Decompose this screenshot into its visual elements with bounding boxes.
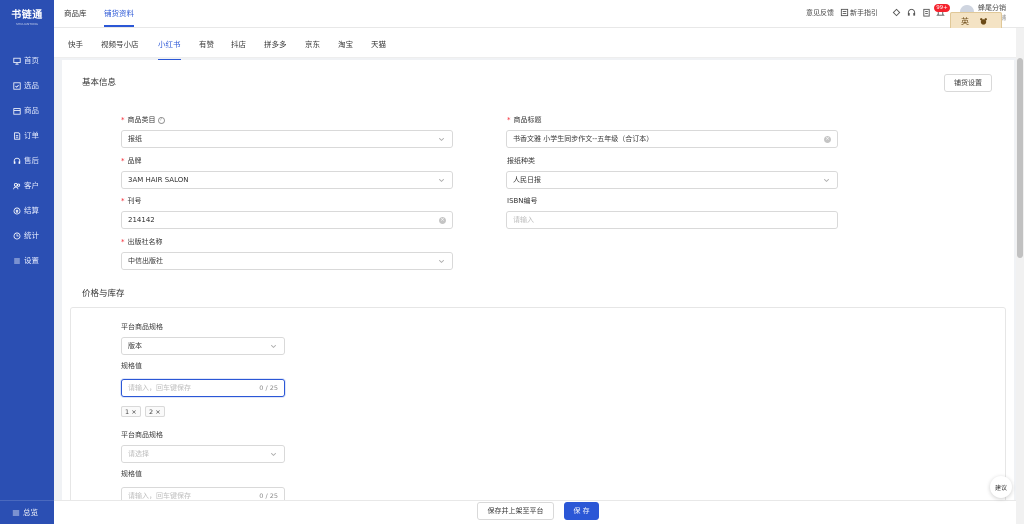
sidebar-item-label: 首页: [24, 56, 39, 65]
scrollbar-thumb[interactable]: [1017, 58, 1023, 258]
feedback-link[interactable]: 意见反馈: [806, 8, 834, 18]
tab-product-library[interactable]: 商品库: [64, 8, 87, 19]
subtab-kuaishou[interactable]: 快手: [68, 39, 83, 50]
brand-label: * 品牌: [121, 157, 142, 165]
isbn-input[interactable]: 请输入: [506, 211, 838, 229]
spec-value2-label: 规格值: [121, 470, 142, 478]
subtab-youzan[interactable]: 有赞: [199, 39, 214, 50]
subtab-douyin-shop[interactable]: 抖店: [231, 39, 246, 50]
publisher-label: * 出版社名称: [121, 238, 163, 246]
doc-icon: [840, 8, 849, 17]
listing-settings-button[interactable]: 铺货设置: [944, 74, 992, 92]
chevron-down-icon: [270, 344, 277, 349]
category-label: * 商品类目?: [121, 115, 165, 125]
ime-skin-icon[interactable]: [979, 17, 988, 26]
spec-tag[interactable]: 2 ×: [145, 406, 165, 417]
sidebar-item-label: 统计: [24, 231, 39, 240]
scrollbar[interactable]: [1016, 28, 1024, 524]
isbn-label: ISBN编号: [507, 197, 538, 205]
settings-icon: [12, 256, 21, 265]
sidebar-item-goods[interactable]: 商品: [0, 98, 54, 123]
app-logo[interactable]: 书链通 SHULIANTONG: [0, 6, 54, 26]
chevron-down-icon: [438, 178, 445, 183]
sidebar-item-settlement[interactable]: 结算: [0, 198, 54, 223]
clear-icon[interactable]: ×: [824, 136, 831, 143]
sidebar-item-settings[interactable]: 设置: [0, 248, 54, 273]
spec-tag[interactable]: 1 ×: [121, 406, 141, 417]
clipboard-icon[interactable]: [922, 8, 931, 17]
char-count: 0 / 25: [259, 492, 278, 500]
help-icon[interactable]: ?: [157, 116, 165, 124]
spec-value-label: 规格值: [121, 362, 142, 370]
chevron-down-icon: [823, 178, 830, 183]
chevron-down-icon: [438, 259, 445, 264]
platform-tabs: 快手 视频号小店 小红书 有赞 抖店 拼多多 京东 淘宝 天猫: [54, 28, 1016, 61]
sidebar-item-stats[interactable]: 统计: [0, 223, 54, 248]
section-title-basic: 基本信息: [82, 78, 117, 88]
title-input[interactable]: 书香文雅 小学生同步作文--五年级（合订本） ×: [506, 130, 838, 148]
clear-icon[interactable]: ×: [439, 217, 446, 224]
paper-type-select[interactable]: 人民日报: [506, 171, 838, 189]
guide-link[interactable]: 新手指引: [850, 8, 878, 18]
settle-icon: [12, 206, 21, 215]
headset-icon: [12, 156, 21, 165]
spec2-select[interactable]: 请选择: [121, 445, 285, 463]
spec2-label: 平台商品规格: [121, 431, 163, 439]
save-button[interactable]: 保 存: [564, 502, 599, 520]
spec1-select[interactable]: 版本: [121, 337, 285, 355]
sidebar-overview-label: 总览: [23, 508, 38, 517]
issue-label: * 刊号: [121, 197, 142, 205]
clock-icon: [12, 231, 21, 240]
spec1-label: 平台商品规格: [121, 323, 163, 331]
char-count: 0 / 25: [259, 384, 278, 392]
sidebar-item-label: 客户: [24, 181, 39, 190]
publisher-select[interactable]: 中信出版社: [121, 252, 453, 270]
category-select[interactable]: 报纸: [121, 130, 453, 148]
subtab-pinduoduo[interactable]: 拼多多: [264, 39, 287, 50]
spec-value-input[interactable]: 请输入，回车键保存 0 / 25: [121, 379, 285, 397]
notification-badge: 99+: [934, 4, 950, 12]
title-label: * 商品标题: [507, 116, 542, 124]
select-icon: [12, 81, 21, 90]
tab-listing-data[interactable]: 铺货资料: [104, 8, 134, 27]
issue-input[interactable]: 214142 ×: [121, 211, 453, 229]
sidebar-item-home[interactable]: 首页: [0, 48, 54, 73]
sidebar: 书链通 SHULIANTONG 首页 选品 商品 订单 售后 客户 结算 统计 …: [0, 0, 54, 524]
logo-subtext: SHULIANTONG: [16, 22, 38, 26]
subtab-video-shop[interactable]: 视频号小店: [101, 39, 139, 50]
sidebar-item-orders[interactable]: 订单: [0, 123, 54, 148]
menu-icon: [12, 510, 20, 515]
sidebar-item-label: 订单: [24, 131, 39, 140]
sidebar-item-label: 售后: [24, 156, 39, 165]
sidebar-nav: 首页 选品 商品 订单 售后 客户 结算 统计 设置: [0, 48, 54, 273]
sidebar-item-select[interactable]: 选品: [0, 73, 54, 98]
subtab-jd[interactable]: 京东: [305, 39, 320, 50]
subtab-xiaohongshu[interactable]: 小红书: [158, 39, 181, 61]
sidebar-overview[interactable]: 总览: [0, 500, 54, 524]
top-header: 商品库 铺货资料 意见反馈 新手指引 99+ 蜂尾分销 店铺: [54, 0, 1024, 28]
sidebar-item-aftersale[interactable]: 售后: [0, 148, 54, 173]
ime-lang[interactable]: 英: [961, 16, 969, 27]
monitor-icon: [12, 56, 21, 65]
diamond-icon[interactable]: [892, 8, 901, 17]
chevron-down-icon: [270, 452, 277, 457]
sidebar-item-label: 设置: [24, 256, 39, 265]
sidebar-item-customers[interactable]: 客户: [0, 173, 54, 198]
logo-text: 书链通: [11, 10, 43, 21]
chevron-down-icon: [438, 137, 445, 142]
sidebar-item-label: 结算: [24, 206, 39, 215]
subtab-tmall[interactable]: 天猫: [371, 39, 386, 50]
users-icon: [12, 181, 21, 190]
section-title-price: 价格与库存: [82, 289, 125, 299]
sidebar-item-label: 商品: [24, 106, 39, 115]
headset-icon[interactable]: [907, 8, 916, 17]
sidebar-item-label: 选品: [24, 81, 39, 90]
box-icon: [12, 106, 21, 115]
subtab-taobao[interactable]: 淘宝: [338, 39, 353, 50]
paper-type-label: 报纸种类: [507, 157, 535, 165]
save-publish-button[interactable]: 保存并上架至平台: [477, 502, 554, 520]
order-icon: [12, 131, 21, 140]
suggestion-button[interactable]: 建议: [990, 476, 1012, 498]
brand-select[interactable]: 3AM HAIR SALON: [121, 171, 453, 189]
